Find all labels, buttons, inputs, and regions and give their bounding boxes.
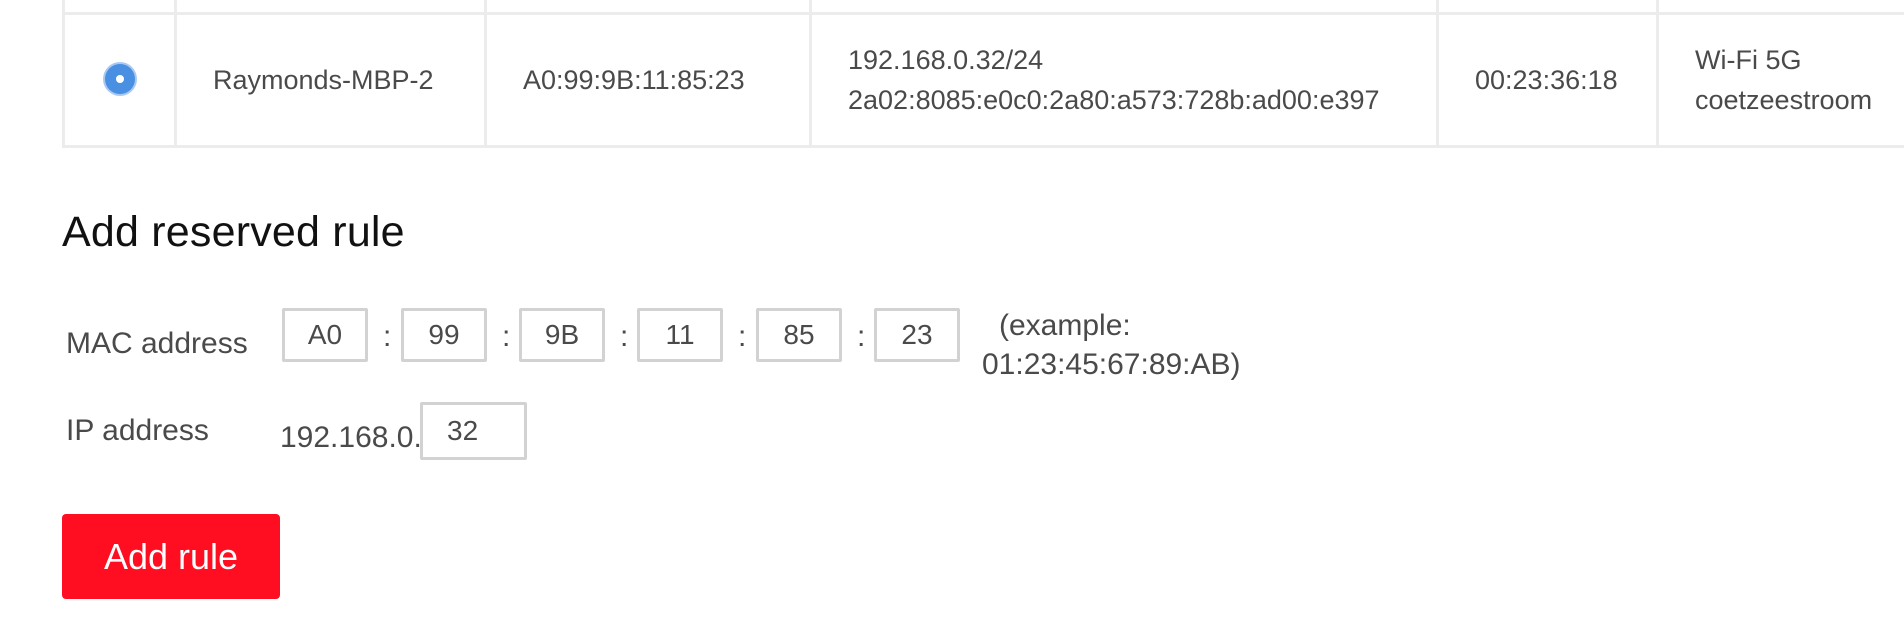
- hostname-cell: Raymonds-MBP-2: [174, 12, 487, 148]
- connection-cell: Wi-Fi 5G coetzeestroom: [1656, 12, 1904, 148]
- ip-prefix: 192.168.0.: [280, 421, 422, 454]
- network-name: coetzeestroom: [1695, 85, 1873, 116]
- ip-last-octet-input[interactable]: [420, 402, 527, 460]
- example-line-2: 01:23:45:67:89:AB): [982, 348, 1241, 381]
- table-row: Raymonds-MBP-2 A0:99:9B:11:85:23 192.168…: [62, 12, 1904, 148]
- add-rule-button[interactable]: Add rule: [62, 514, 280, 599]
- device-select-radio[interactable]: [104, 64, 135, 95]
- mac-separator: :: [383, 320, 392, 353]
- mac-separator: :: [857, 320, 866, 353]
- uptime-cell: 00:23:36:18: [1436, 12, 1659, 148]
- mac-address-label: MAC address: [66, 327, 248, 360]
- ip-address-label: IP address: [66, 414, 209, 447]
- mac-example-hint: (example: 01:23:45:67:89:AB): [982, 306, 1282, 384]
- mac-separator: :: [738, 320, 747, 353]
- example-line-1: (example:: [999, 309, 1131, 342]
- mac-octet-2-input[interactable]: [401, 308, 487, 362]
- section-title: Add reserved rule: [62, 208, 405, 256]
- mac-separator: :: [502, 320, 511, 353]
- table-row-top-edge: [62, 0, 1904, 16]
- ipv4-address: 192.168.0.32/24: [848, 45, 1044, 76]
- ipv6-address: 2a02:8085:e0c0:2a80:a573:728b:ad00:e397: [848, 85, 1380, 116]
- connected-devices-table: Raymonds-MBP-2 A0:99:9B:11:85:23 192.168…: [62, 0, 1904, 148]
- mac-octet-6-input[interactable]: [874, 308, 960, 362]
- mac-octet-4-input[interactable]: [637, 308, 723, 362]
- mac-separator: :: [620, 320, 629, 353]
- mac-octet-5-input[interactable]: [756, 308, 842, 362]
- select-cell[interactable]: [62, 12, 177, 148]
- ip-cell: 192.168.0.32/24 2a02:8085:e0c0:2a80:a573…: [809, 12, 1439, 148]
- mac-cell: A0:99:9B:11:85:23: [484, 12, 812, 148]
- mac-octet-1-input[interactable]: [282, 308, 368, 362]
- connection-type: Wi-Fi 5G: [1695, 45, 1802, 76]
- mac-octet-3-input[interactable]: [519, 308, 605, 362]
